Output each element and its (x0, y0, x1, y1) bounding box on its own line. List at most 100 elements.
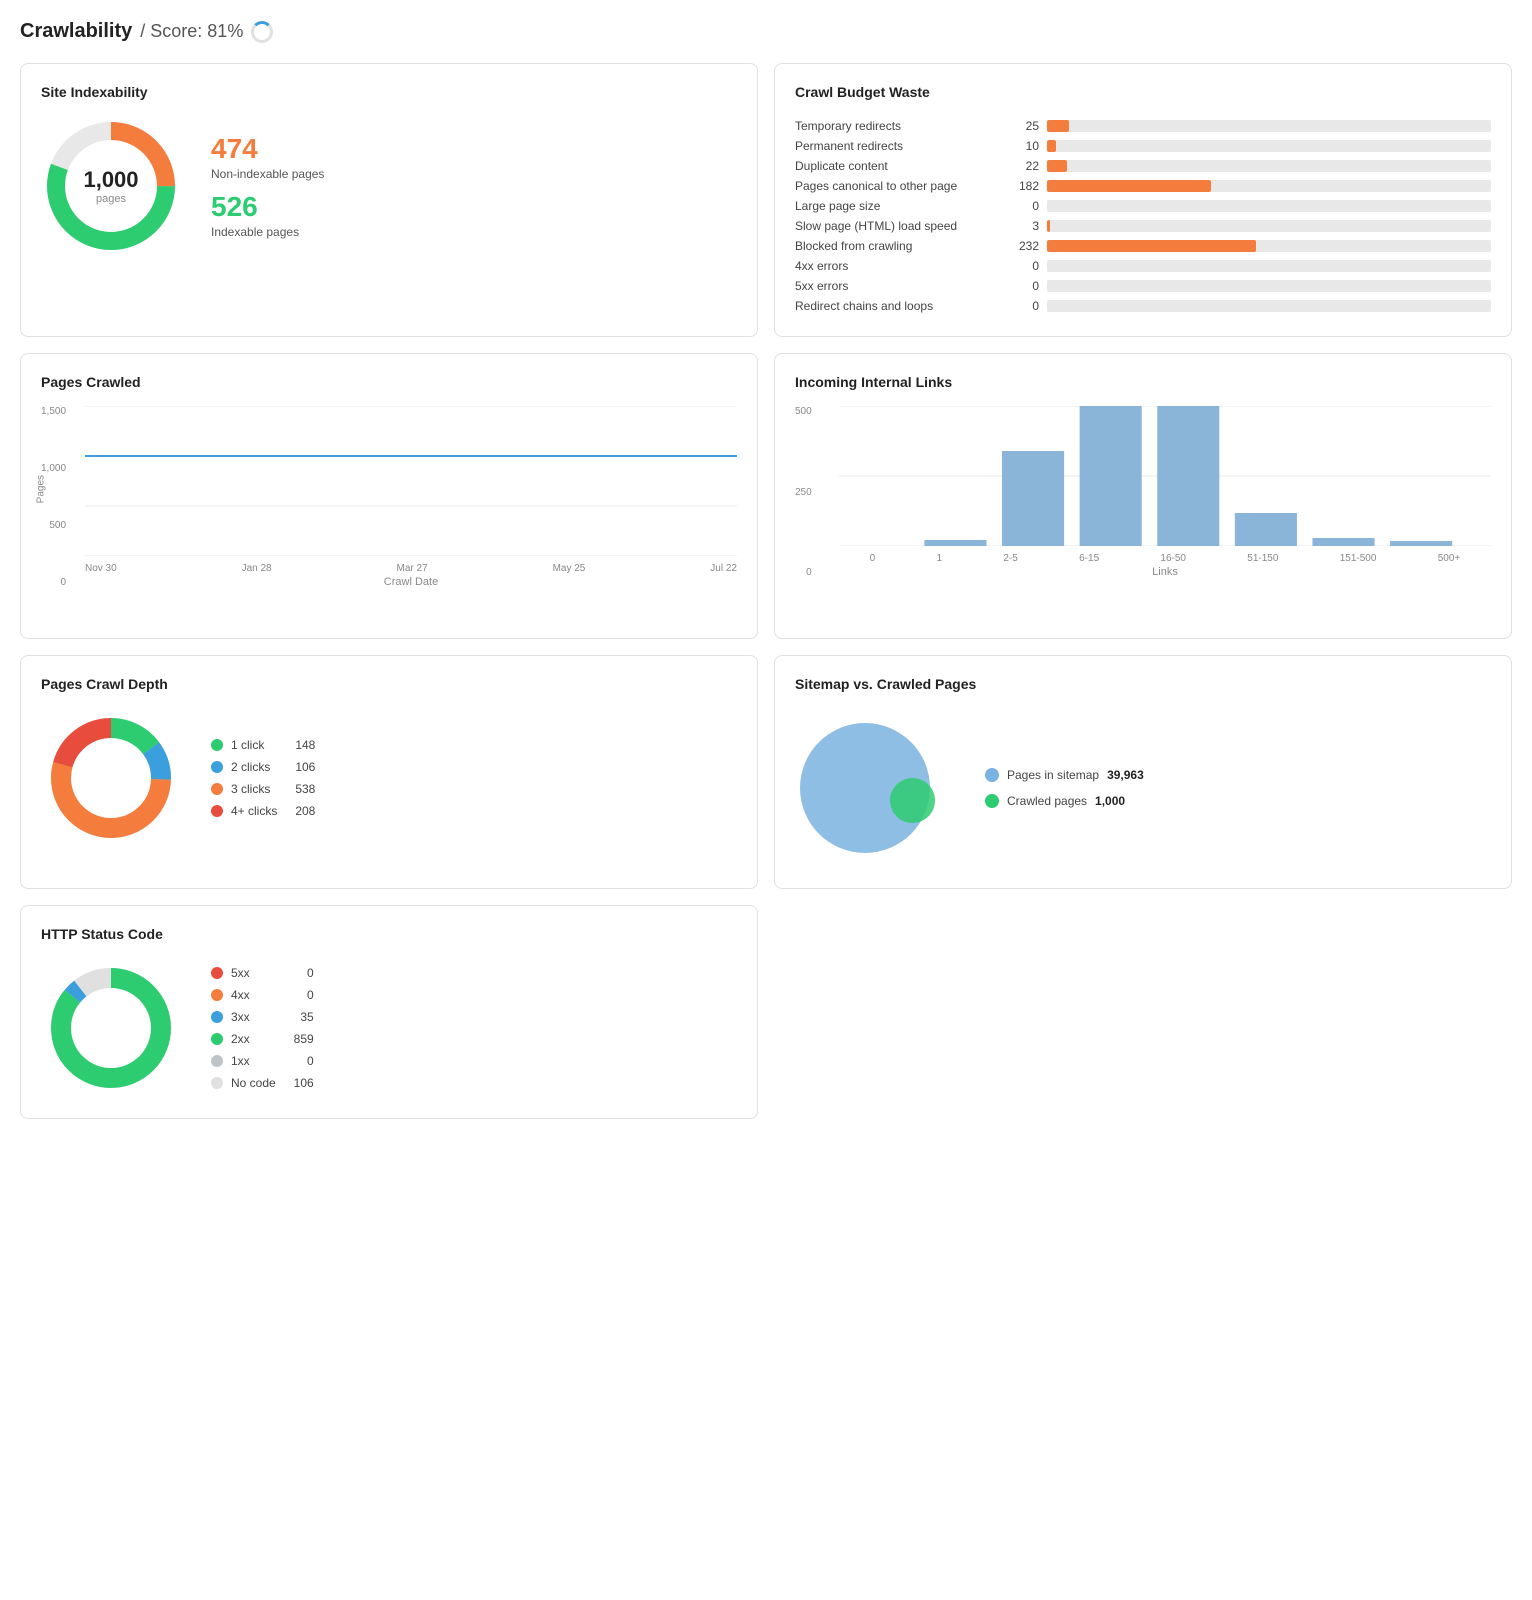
depth-legend-item: 3 clicks 538 (211, 782, 315, 796)
budget-bar-bg (1047, 280, 1491, 292)
http-status-donut (41, 958, 181, 1098)
x-label-may25: May 25 (553, 563, 586, 574)
y-label-500: 500 (49, 520, 66, 531)
y-label-0: 0 (60, 577, 66, 588)
depth-legend-item: 4+ clicks 208 (211, 804, 315, 818)
budget-bar-bg (1047, 220, 1491, 232)
depth-legend-value: 106 (285, 760, 315, 774)
links-y-500: 500 (795, 406, 812, 417)
budget-row: Slow page (HTML) load speed 3 (795, 216, 1491, 236)
budget-bar-bg (1047, 240, 1491, 252)
budget-row-value: 3 (1003, 219, 1039, 233)
budget-bar-bg (1047, 160, 1491, 172)
depth-legend-dot (211, 761, 223, 773)
http-legend-label: 4xx (231, 988, 276, 1002)
http-legend-item: No code 106 (211, 1076, 314, 1090)
budget-row: Pages canonical to other page 182 (795, 176, 1491, 196)
y-label-1500: 1,500 (41, 406, 66, 417)
budget-row-name: Redirect chains and loops (795, 299, 995, 313)
x-label-jul22: Jul 22 (710, 563, 737, 574)
budget-row-value: 0 (1003, 299, 1039, 313)
http-legend-value: 859 (284, 1032, 314, 1046)
sitemap-card: Sitemap vs. Crawled Pages Pages in sitem… (774, 655, 1512, 889)
sitemap-title: Sitemap vs. Crawled Pages (795, 676, 1491, 692)
budget-row: Large page size 0 (795, 196, 1491, 216)
budget-bar-fill (1047, 140, 1056, 152)
budget-row-name: 5xx errors (795, 279, 995, 293)
budget-row-name: Pages canonical to other page (795, 179, 995, 193)
http-status-title: HTTP Status Code (41, 926, 737, 942)
budget-row-name: Permanent redirects (795, 139, 995, 153)
http-legend-item: 2xx 859 (211, 1032, 314, 1046)
http-legend-value: 35 (284, 1010, 314, 1024)
crawl-depth-donut (41, 708, 181, 848)
page-title: Crawlability (20, 20, 132, 43)
links-y-250: 250 (795, 487, 812, 498)
budget-row-value: 0 (1003, 279, 1039, 293)
http-legend-value: 106 (284, 1076, 314, 1090)
link-x-0: 0 (870, 553, 876, 564)
budget-row-name: Large page size (795, 199, 995, 213)
sitemap-bubbles (795, 708, 955, 868)
budget-bar-bg (1047, 260, 1491, 272)
budget-row: Temporary redirects 25 (795, 116, 1491, 136)
budget-bar-fill (1047, 160, 1067, 172)
depth-legend-value: 538 (285, 782, 315, 796)
indexable-value: 526 (211, 191, 324, 223)
non-indexable-label: Non-indexable pages (211, 167, 324, 181)
budget-row-value: 10 (1003, 139, 1039, 153)
total-pages-unit: pages (83, 193, 138, 205)
http-legend-dot (211, 967, 223, 979)
link-x-500plus: 500+ (1438, 553, 1461, 564)
page-score: / Score: 81% (140, 21, 243, 42)
link-x-2-5: 2-5 (1003, 553, 1017, 564)
pages-crawled-title: Pages Crawled (41, 374, 737, 390)
link-x-51-150: 51-150 (1247, 553, 1278, 564)
budget-row-value: 0 (1003, 199, 1039, 213)
budget-row-value: 25 (1003, 119, 1039, 133)
budget-bar-bg (1047, 140, 1491, 152)
budget-bar-bg (1047, 180, 1491, 192)
budget-row: Blocked from crawling 232 (795, 236, 1491, 256)
http-legend-item: 1xx 0 (211, 1054, 314, 1068)
sitemap-legend-dot (985, 794, 999, 808)
incoming-links-title: Incoming Internal Links (795, 374, 1491, 390)
link-x-6-15: 6-15 (1079, 553, 1099, 564)
budget-row-value: 0 (1003, 259, 1039, 273)
depth-legend-dot (211, 805, 223, 817)
http-legend-value: 0 (284, 1054, 314, 1068)
http-legend-label: 5xx (231, 966, 276, 980)
depth-legend-label: 4+ clicks (231, 804, 277, 818)
sitemap-legend-dot (985, 768, 999, 782)
http-legend-dot (211, 1033, 223, 1045)
y-label-1000: 1,000 (41, 463, 66, 474)
pages-crawled-x-title: Crawl Date (384, 576, 438, 588)
budget-bar-fill (1047, 120, 1069, 132)
depth-legend-item: 1 click 148 (211, 738, 315, 752)
depth-legend-dot (211, 739, 223, 751)
budget-bar-fill (1047, 240, 1256, 252)
http-status-card: HTTP Status Code 5xx 0 4xx 0 (20, 905, 758, 1119)
http-legend-dot (211, 1011, 223, 1023)
link-x-151-500: 151-500 (1340, 553, 1377, 564)
sitemap-legend-label: Pages in sitemap (1007, 768, 1099, 782)
link-x-1: 1 (937, 553, 943, 564)
total-pages-value: 1,000 (83, 167, 138, 193)
sitemap-legend-label: Crawled pages (1007, 794, 1087, 808)
http-legend-dot (211, 989, 223, 1001)
site-indexability-title: Site Indexability (41, 84, 737, 100)
sitemap-legend-value: 1,000 (1095, 794, 1125, 808)
indexability-donut: 1,000 pages (41, 116, 181, 256)
http-legend-label: No code (231, 1076, 276, 1090)
budget-table: Temporary redirects 25 Permanent redirec… (795, 116, 1491, 316)
budget-bar-bg (1047, 200, 1491, 212)
budget-row-value: 232 (1003, 239, 1039, 253)
incoming-links-card: Incoming Internal Links 500 250 0 (774, 353, 1512, 639)
score-spinner-icon (251, 21, 273, 43)
budget-row-value: 22 (1003, 159, 1039, 173)
http-legend-value: 0 (284, 988, 314, 1002)
crawl-budget-card: Crawl Budget Waste Temporary redirects 2… (774, 63, 1512, 337)
http-legend-item: 5xx 0 (211, 966, 314, 980)
x-label-mar27: Mar 27 (397, 563, 428, 574)
x-label-jan28: Jan 28 (242, 563, 272, 574)
